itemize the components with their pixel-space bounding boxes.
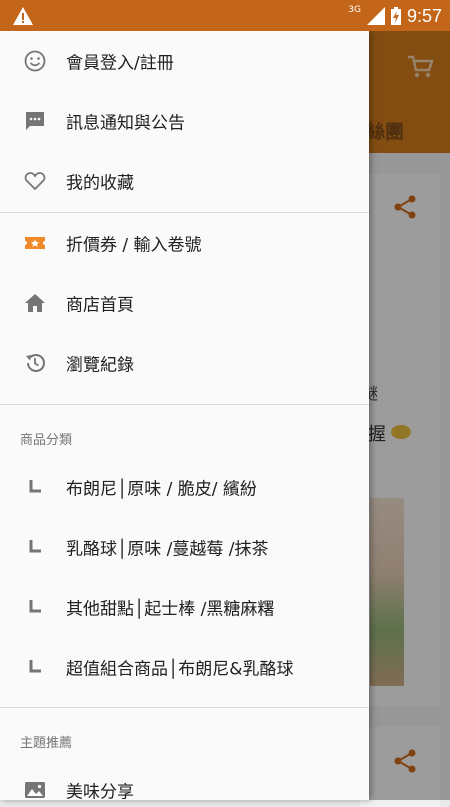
- drawer-item-label: 訊息通知與公告: [66, 113, 185, 134]
- divider: [0, 212, 369, 213]
- category-item[interactable]: 布朗尼│原味 / 脆皮/ 繽紛: [0, 458, 369, 516]
- category-item[interactable]: 乳酪球│原味 /蔓越莓 /抹茶: [0, 518, 369, 576]
- drawer-item-label: 我的收藏: [66, 173, 134, 194]
- history-icon: [26, 354, 45, 372]
- category-label: 超值組合商品│布朗尼&乳酪球: [66, 659, 294, 680]
- drawer-item-label: 會員登入/註冊: [66, 53, 174, 74]
- home-icon: [25, 294, 45, 312]
- drawer-item-home[interactable]: 商店首頁: [0, 274, 369, 332]
- category-item[interactable]: 其他甜點│起士棒 /黑糖麻糬: [0, 578, 369, 636]
- ticket-icon: [25, 237, 45, 249]
- message-icon: [26, 112, 44, 130]
- drawer-item-label: 折價券 / 輸入卷號: [66, 235, 202, 256]
- battery-icon: [390, 7, 401, 25]
- subitem-corner-icon: [29, 600, 41, 613]
- clock: 9:57: [406, 5, 442, 26]
- heart-icon: [24, 172, 46, 191]
- smiley-icon: [24, 50, 46, 72]
- subitem-corner-icon: [29, 660, 41, 673]
- warning-icon: [13, 7, 33, 25]
- section-header-themes: 主題推薦: [20, 736, 73, 751]
- drawer-item-label: 瀏覽紀錄: [66, 355, 134, 376]
- theme-item[interactable]: 美味分享: [0, 761, 369, 800]
- theme-label: 美味分享: [66, 782, 134, 801]
- divider: [0, 707, 369, 708]
- divider: [0, 404, 369, 405]
- drawer-item-notifications[interactable]: 訊息通知與公告: [0, 92, 369, 150]
- category-item[interactable]: 超值組合商品│布朗尼&乳酪球: [0, 638, 369, 696]
- category-label: 布朗尼│原味 / 脆皮/ 繽紛: [66, 479, 257, 500]
- drawer-item-coupon[interactable]: 折價券 / 輸入卷號: [0, 214, 369, 272]
- category-label: 乳酪球│原味 /蔓越莓 /抹茶: [66, 539, 269, 560]
- section-header-categories: 商品分類: [20, 433, 73, 448]
- drawer-item-login[interactable]: 會員登入/註冊: [0, 32, 369, 90]
- signal-icon: [366, 7, 385, 25]
- drawer-item-label: 商店首頁: [66, 295, 134, 316]
- category-label: 其他甜點│起士棒 /黑糖麻糬: [66, 599, 275, 620]
- drawer-item-favorites[interactable]: 我的收藏: [0, 152, 369, 210]
- subitem-corner-icon: [29, 540, 41, 553]
- status-bar: 3G 9:57: [0, 0, 450, 31]
- drawer-item-history[interactable]: 瀏覽紀錄: [0, 334, 369, 392]
- navigation-drawer: 會員登入/註冊 訊息通知與公告 我的收藏 折價券 / 輸入卷號 商店首頁 瀏覽紀…: [0, 31, 369, 800]
- network-type: 3G: [348, 5, 361, 15]
- image-icon: [25, 782, 45, 798]
- subitem-corner-icon: [29, 480, 41, 493]
